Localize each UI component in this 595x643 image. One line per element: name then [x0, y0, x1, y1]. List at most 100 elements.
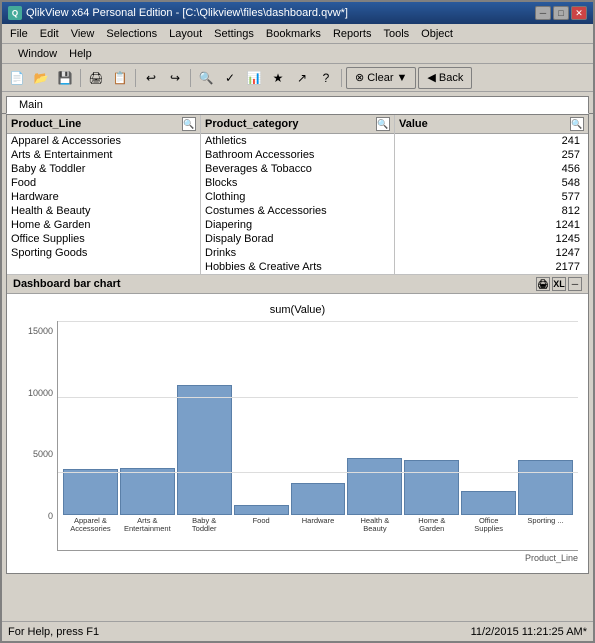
list-item[interactable]: Dispaly Borad: [201, 232, 394, 246]
list-item[interactable]: 241: [395, 134, 584, 148]
list-item[interactable]: Drinks: [201, 246, 394, 260]
list-item[interactable]: 812: [395, 204, 584, 218]
list-item[interactable]: Costumes & Accessories: [201, 204, 394, 218]
value-header: Value 🔍: [395, 115, 588, 134]
menu-view[interactable]: View: [65, 26, 101, 42]
value-title: Value: [399, 118, 428, 130]
product-category-title: Product_category: [205, 118, 299, 130]
bar-food: [234, 505, 289, 515]
list-item[interactable]: Food: [7, 176, 200, 190]
product-line-header: Product_Line 🔍: [7, 115, 200, 134]
list-item[interactable]: Office Supplies: [7, 232, 200, 246]
toolbar-sep-3: [190, 69, 191, 87]
y-label-15000: 15000: [28, 326, 53, 336]
toolbar-open[interactable]: 📂: [30, 67, 52, 89]
toolbar-star[interactable]: ★: [267, 67, 289, 89]
minimize-button[interactable]: ─: [535, 6, 551, 20]
bar-hardware-rect: [291, 483, 346, 515]
list-columns-area: Product_Line 🔍 Apparel & Accessories Art…: [7, 115, 588, 275]
menu-help[interactable]: Help: [63, 46, 98, 62]
title-bar: Q QlikView x64 Personal Edition - [C:\Ql…: [2, 2, 593, 24]
list-item[interactable]: Apparel & Accessories: [7, 134, 200, 148]
list-item[interactable]: 1241: [395, 218, 584, 232]
toolbar-sep-4: [341, 69, 342, 87]
window-title: QlikView x64 Personal Edition - [C:\Qlik…: [26, 7, 535, 19]
list-item[interactable]: Athletics: [201, 134, 394, 148]
product-category-list: Athletics Bathroom Accessories Beverages…: [201, 134, 394, 271]
menu-bar-2: Window Help: [2, 44, 593, 64]
menu-layout[interactable]: Layout: [163, 26, 208, 42]
list-item[interactable]: 257: [395, 148, 584, 162]
back-icon: ◀: [427, 71, 435, 84]
toolbar-save[interactable]: 💾: [54, 67, 76, 89]
list-item[interactable]: Diapering: [201, 218, 394, 232]
menu-reports[interactable]: Reports: [327, 26, 378, 42]
tab-main-label: Main: [19, 99, 43, 111]
toolbar-check[interactable]: ✓: [219, 67, 241, 89]
product-line-search[interactable]: 🔍: [182, 117, 196, 131]
bar-sporting: [518, 460, 573, 515]
list-item[interactable]: Hobbies & Creative Arts: [201, 260, 394, 271]
bar-arts-rect: [120, 468, 175, 515]
chart-expand-btn[interactable]: XL: [552, 277, 566, 291]
menu-window[interactable]: Window: [12, 46, 63, 62]
back-label: Back: [439, 72, 463, 84]
toolbar-print[interactable]: 🖨: [85, 67, 107, 89]
menu-object[interactable]: Object: [415, 26, 459, 42]
menu-file[interactable]: File: [4, 26, 34, 42]
list-item[interactable]: 2177: [395, 260, 584, 271]
toolbar-new[interactable]: 📄: [6, 67, 28, 89]
toolbar-redo[interactable]: ↪: [164, 67, 186, 89]
x-label-office: OfficeSupplies: [461, 517, 516, 534]
menu-tools[interactable]: Tools: [377, 26, 415, 42]
bar-health-rect: [347, 458, 402, 515]
menu-bookmarks[interactable]: Bookmarks: [260, 26, 327, 42]
list-item[interactable]: 1245: [395, 232, 584, 246]
chart-minimize-btn[interactable]: ─: [568, 277, 582, 291]
list-item[interactable]: 577: [395, 190, 584, 204]
chart-panel: Dashboard bar chart 🖨 XL ─ sum(Value) 15…: [7, 275, 588, 573]
maximize-button[interactable]: □: [553, 6, 569, 20]
value-search[interactable]: 🔍: [570, 117, 584, 131]
toolbar-copy[interactable]: 📋: [109, 67, 131, 89]
list-item[interactable]: Sporting Goods: [7, 246, 200, 260]
y-label-10000: 10000: [28, 388, 53, 398]
list-item[interactable]: Clothing: [201, 190, 394, 204]
toolbar-undo[interactable]: ↩: [140, 67, 162, 89]
product-line-list: Apparel & Accessories Arts & Entertainme…: [7, 134, 200, 271]
list-item[interactable]: Health & Beauty: [7, 204, 200, 218]
clear-button[interactable]: ⊗ Clear ▼: [346, 67, 416, 89]
list-item[interactable]: Arts & Entertainment: [7, 148, 200, 162]
close-button[interactable]: ✕: [571, 6, 587, 20]
list-item[interactable]: Blocks: [201, 176, 394, 190]
bar-baby: [177, 385, 232, 515]
clear-label: Clear: [367, 72, 393, 84]
list-item[interactable]: 548: [395, 176, 584, 190]
toolbar-export[interactable]: ↗: [291, 67, 313, 89]
menu-selections[interactable]: Selections: [100, 26, 163, 42]
app-window: Q QlikView x64 Personal Edition - [C:\Ql…: [0, 0, 595, 643]
toolbar-chart[interactable]: 📊: [243, 67, 265, 89]
list-item[interactable]: Baby & Toddler: [7, 162, 200, 176]
menu-settings[interactable]: Settings: [208, 26, 260, 42]
chart-print-btn[interactable]: 🖨: [536, 277, 550, 291]
product-category-search[interactable]: 🔍: [376, 117, 390, 131]
toolbar-search[interactable]: 🔍: [195, 67, 217, 89]
toolbar: 📄 📂 💾 🖨 📋 ↩ ↪ 🔍 ✓ 📊 ★ ↗ ? ⊗ Clear ▼ ◀ Ba…: [2, 64, 593, 92]
list-item[interactable]: Bathroom Accessories: [201, 148, 394, 162]
toolbar-help[interactable]: ?: [315, 67, 337, 89]
back-button[interactable]: ◀ Back: [418, 67, 472, 89]
y-label-5000: 5000: [33, 449, 53, 459]
list-item[interactable]: Home & Garden: [7, 218, 200, 232]
list-item[interactable]: Hardware: [7, 190, 200, 204]
menu-edit[interactable]: Edit: [34, 26, 65, 42]
x-label-home: Home &Garden: [404, 517, 459, 534]
toolbar-sep-1: [80, 69, 81, 87]
app-icon: Q: [8, 6, 22, 20]
list-item[interactable]: Beverages & Tobacco: [201, 162, 394, 176]
bar-home: [404, 460, 459, 515]
list-item[interactable]: 456: [395, 162, 584, 176]
list-item[interactable]: 1247: [395, 246, 584, 260]
tab-main[interactable]: Main: [6, 96, 589, 114]
chart-panel-title: Dashboard bar chart: [13, 278, 121, 290]
